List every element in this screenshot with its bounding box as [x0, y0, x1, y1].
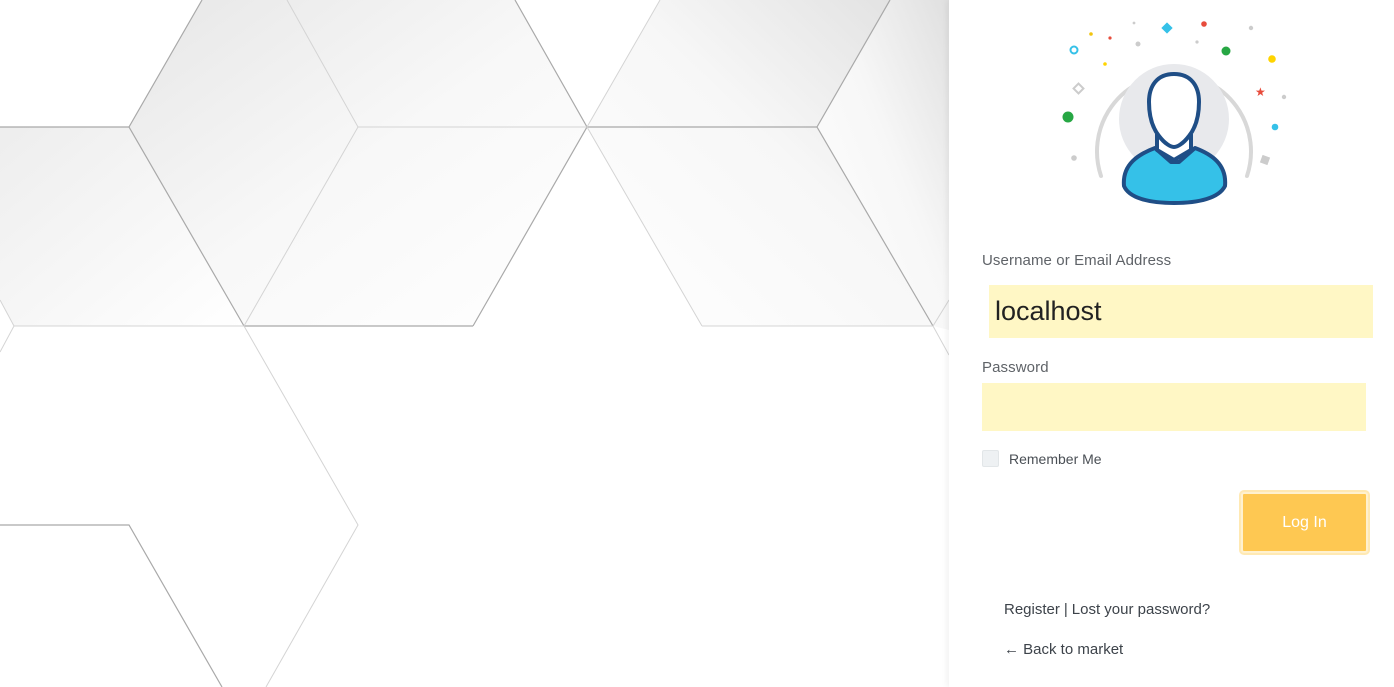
link-separator: |: [1063, 601, 1068, 618]
remember-me-label[interactable]: Remember Me: [1009, 451, 1102, 467]
password-input[interactable]: [982, 383, 1366, 431]
username-input[interactable]: [989, 285, 1373, 338]
hexagon-pattern: [0, 0, 949, 687]
register-link[interactable]: Register: [1004, 601, 1060, 618]
username-label: Username or Email Address: [982, 252, 1172, 269]
user-avatar-icon: ★: [1062, 21, 1287, 205]
lost-password-link[interactable]: Lost your password?: [1072, 601, 1210, 618]
user-avatar-illustration: ★: [1059, 14, 1289, 214]
account-links: Register | Lost your password?: [1004, 601, 1210, 619]
back-to-market-link[interactable]: ← Back to market: [1004, 641, 1123, 658]
password-label: Password: [982, 359, 1049, 376]
login-panel: ★ Username or Email Address Password Rem…: [949, 0, 1394, 687]
remember-me-checkbox[interactable]: [982, 450, 999, 467]
login-button[interactable]: Log In: [1241, 492, 1368, 553]
hexagon-background: [0, 0, 949, 687]
back-row: ← Back to market: [1004, 641, 1123, 659]
svg-text:★: ★: [1255, 85, 1266, 99]
